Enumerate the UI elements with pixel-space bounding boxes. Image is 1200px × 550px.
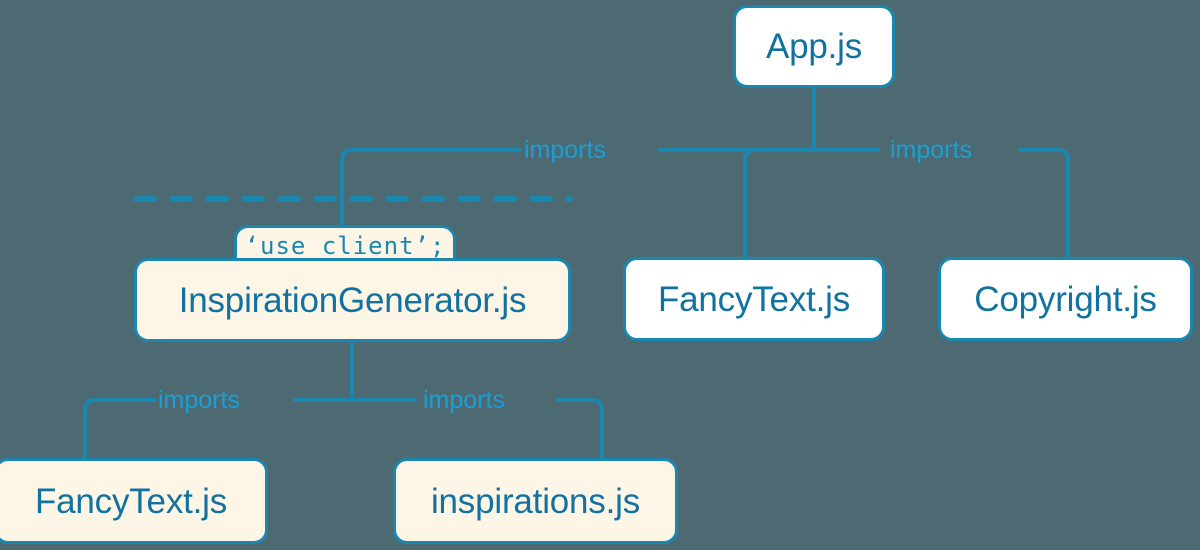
node-inspiration-generator-js-label: InspirationGenerator.js bbox=[178, 280, 527, 320]
node-app-js[interactable]: App.js bbox=[733, 5, 895, 88]
node-copyright-js-label: Copyright.js bbox=[974, 279, 1157, 319]
edge-label-inspiration-to-fancytext: imports bbox=[158, 386, 240, 414]
edge-label-app-to-inspiration: imports bbox=[524, 136, 606, 164]
node-inspiration-generator-js[interactable]: InspirationGenerator.js bbox=[134, 258, 571, 342]
wire-app-to-fancytext bbox=[743, 148, 816, 259]
edge-label-app-to-copyright: imports bbox=[890, 136, 972, 164]
node-fancytext-js-bottom-label: FancyText.js bbox=[34, 481, 228, 521]
node-inspirations-js-label: inspirations.js bbox=[430, 481, 641, 521]
node-inspirations-js[interactable]: inspirations.js bbox=[393, 458, 678, 544]
node-app-js-label: App.js bbox=[765, 27, 863, 66]
edge-label-inspiration-to-inspirations: imports bbox=[423, 386, 505, 414]
node-fancytext-js-bottom[interactable]: FancyText.js bbox=[0, 458, 268, 544]
wire-inspiration-to-fancytext bbox=[83, 398, 157, 460]
node-copyright-js[interactable]: Copyright.js bbox=[938, 257, 1193, 341]
node-fancytext-js-right-label: FancyText.js bbox=[657, 279, 851, 319]
node-fancytext-js-right[interactable]: FancyText.js bbox=[623, 257, 885, 341]
wire-inspiration-to-inspirations bbox=[556, 398, 604, 460]
diagram-canvas: App.js ‘use client’; InspirationGenerato… bbox=[0, 0, 1200, 550]
wire-app-to-copyright bbox=[1018, 148, 1070, 259]
use-client-directive-text: ‘use client’; bbox=[244, 232, 446, 260]
